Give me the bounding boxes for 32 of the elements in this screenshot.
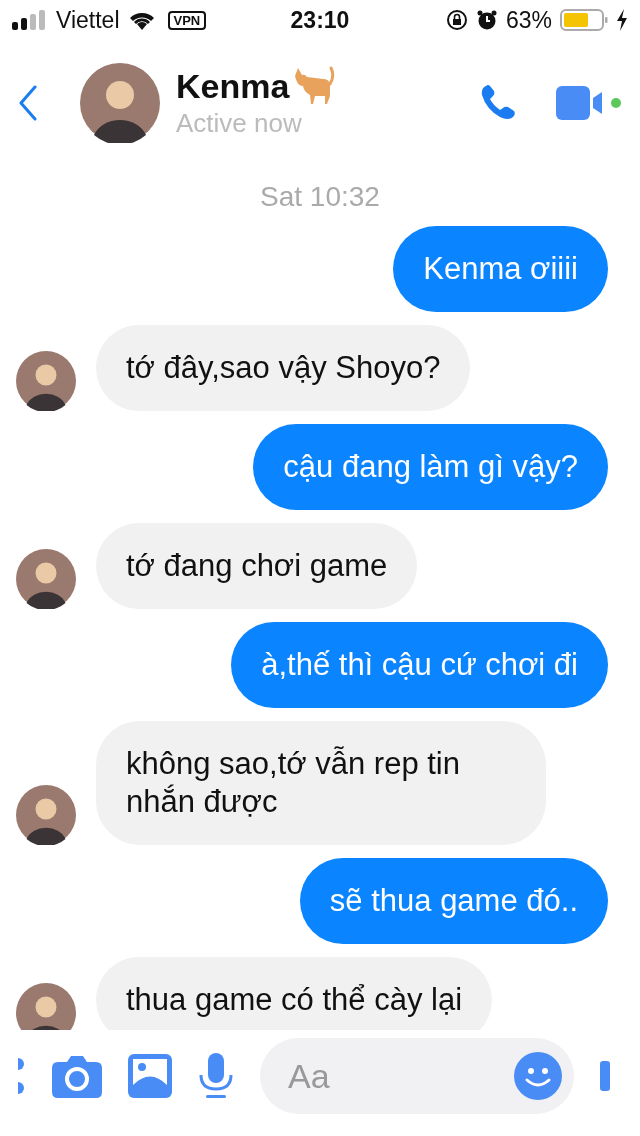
received-message: tớ đây,sao vậy Shoyo? bbox=[96, 325, 471, 411]
contact-name: Kenma bbox=[176, 67, 290, 106]
camera-icon[interactable] bbox=[52, 1054, 102, 1098]
avatar-icon bbox=[16, 549, 76, 609]
message-timestamp: Sat 10:32 bbox=[259, 181, 381, 213]
image-icon[interactable] bbox=[128, 1054, 172, 1098]
avatar-icon bbox=[16, 983, 76, 1030]
received-message: không sao,tớ vẫn rep tin nhắn được bbox=[96, 721, 546, 845]
sent-message: cậu đang làm gì vậy? bbox=[253, 424, 608, 510]
presence-status: Active now bbox=[176, 108, 303, 139]
charging-icon bbox=[616, 9, 628, 31]
avatar-icon[interactable] bbox=[80, 62, 160, 143]
video-call-icon[interactable] bbox=[556, 85, 622, 120]
vpn-badge: VPN bbox=[167, 10, 207, 30]
sent-message: sẽ thua game đó.. bbox=[299, 858, 608, 944]
received-message: tớ đang chơi game bbox=[96, 523, 418, 609]
avatar-icon bbox=[16, 785, 76, 845]
avatar-icon bbox=[16, 351, 76, 411]
battery-icon bbox=[560, 9, 608, 31]
back-icon[interactable] bbox=[18, 84, 38, 121]
clock-time: 23:10 bbox=[290, 6, 350, 34]
battery-percent: 63% bbox=[505, 6, 552, 34]
alarm-icon bbox=[475, 9, 498, 31]
sent-message: à,thế thì cậu cứ chơi đi bbox=[231, 622, 608, 708]
emoji-icon[interactable] bbox=[514, 1052, 562, 1100]
microphone-icon[interactable] bbox=[198, 1053, 234, 1099]
received-message: thua game có thể cày lại bbox=[96, 957, 493, 1030]
message-field[interactable]: Aa bbox=[260, 1038, 574, 1114]
rotation-lock-icon bbox=[445, 9, 468, 31]
sent-message: Kenma ơiiii bbox=[393, 226, 608, 312]
carrier-name: Viettel bbox=[56, 6, 120, 34]
signal-icon bbox=[12, 10, 48, 30]
